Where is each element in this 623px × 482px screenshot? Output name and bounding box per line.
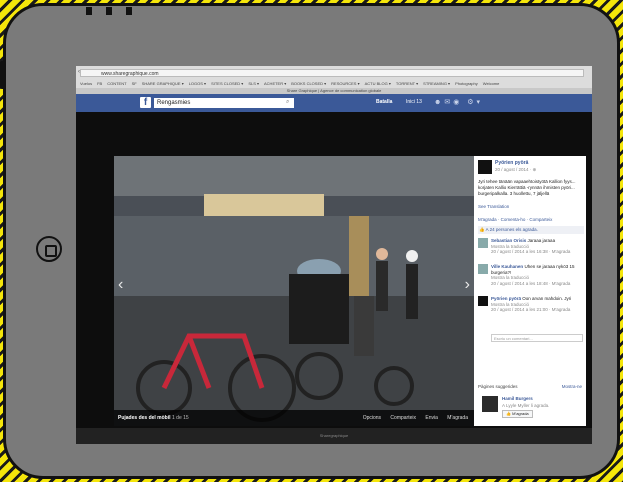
- commenter-avatar[interactable]: [478, 264, 488, 274]
- share-button[interactable]: Comparteix: [390, 415, 416, 421]
- comment-text: Oon arvan mahdoin. Jyri: [522, 296, 572, 301]
- suggested-like-button[interactable]: 👍 M'agrada: [502, 410, 533, 418]
- commenter-name[interactable]: Sebastian Orisis: [491, 238, 526, 243]
- bookmark-item[interactable]: Welcome: [483, 81, 500, 86]
- see-translation-link[interactable]: See Translation: [478, 204, 509, 209]
- bookmark-item[interactable]: CONTENT: [107, 81, 126, 86]
- post-date[interactable]: 20 / agost / 2014 · ⊕: [495, 167, 536, 173]
- tablet-frame: ‹ › ⟳ www.sharegraphique.com VuelosFBCON…: [0, 2, 620, 479]
- post-text: Jyri tehee tänään vapaaehtoistyötä Kalli…: [478, 179, 576, 196]
- photo-actions: Opcions Comparteix Envia M'agrada: [355, 410, 468, 426]
- browser-toolbar: ‹ › ⟳ www.sharegraphique.com VuelosFBCON…: [76, 66, 592, 90]
- comment-input[interactable]: Escriu un comentari...: [491, 334, 583, 342]
- home-label: Inici: [406, 99, 415, 105]
- bookmark-item[interactable]: SITES CLOSED ▾: [211, 81, 243, 86]
- translate-link[interactable]: Mostra la traducció: [491, 302, 529, 307]
- bookmark-item[interactable]: LOGOS ▾: [189, 81, 206, 86]
- next-photo-icon[interactable]: ›: [465, 276, 470, 294]
- commenter-name[interactable]: Ville Kauhanen: [491, 264, 523, 269]
- tablet-screen: ‹ › ⟳ www.sharegraphique.com VuelosFBCON…: [76, 66, 592, 444]
- commenter-name[interactable]: Pyörien pyörä: [491, 296, 521, 301]
- bookmark-item[interactable]: SHARE GRAPHIQUE ▾: [142, 81, 184, 86]
- translate-link[interactable]: Mostra la traducció: [491, 244, 529, 249]
- comment-time: 20 / agost / 2014 a les 18:48 · M'agrada: [491, 280, 571, 286]
- notification-icons[interactable]: ☻✉◉ ⚙▾: [434, 98, 483, 106]
- bookmark-item[interactable]: Vuelos: [80, 81, 92, 86]
- bookmark-item[interactable]: FB: [97, 81, 102, 86]
- suggested-pages-heading: Pàgines suggerides: [478, 384, 518, 389]
- search-icon[interactable]: ⌕: [286, 99, 289, 106]
- post-sidebar: Pyörien pyörä 20 / agost / 2014 · ⊕ Jyri…: [474, 156, 586, 426]
- photo-viewer[interactable]: ‹ ›: [114, 156, 474, 426]
- home-count: 13: [416, 99, 422, 105]
- power-button[interactable]: [0, 61, 6, 89]
- suggested-page-avatar[interactable]: [482, 396, 498, 412]
- page-avatar[interactable]: [478, 160, 492, 174]
- options-button[interactable]: Opcions: [363, 415, 381, 421]
- likes-summary[interactable]: 👍 A 24 persones els agrada.: [478, 226, 584, 234]
- like-button[interactable]: M'agrada: [447, 415, 468, 421]
- previous-photo-icon[interactable]: ‹: [118, 276, 123, 294]
- facebook-header: f ⌕ Batalla Inici 13 ☻✉◉ ⚙▾: [76, 94, 592, 112]
- facebook-logo-icon[interactable]: f: [140, 97, 151, 108]
- commenter-avatar[interactable]: [478, 296, 488, 306]
- suggested-page-name[interactable]: Hamil Burgers: [502, 396, 533, 401]
- home-link[interactable]: Inici 13: [406, 99, 422, 105]
- profile-link[interactable]: Batalla: [376, 99, 392, 105]
- bookmark-item[interactable]: Photography: [455, 81, 478, 86]
- bookmark-item[interactable]: RESOURCES ▾: [331, 81, 359, 86]
- comment-time: 20 / agost / 2014 a les 21:00 · M'agrada: [491, 307, 571, 312]
- facebook-search-input[interactable]: [154, 98, 294, 108]
- bookmark-item[interactable]: ACHETER ▾: [264, 81, 286, 86]
- cargo-bike-photo: [114, 156, 474, 426]
- footer-strip: Sharegraphique: [76, 428, 592, 444]
- bookmark-item[interactable]: TORRENT ▾: [396, 81, 418, 86]
- comment-text: Jaraaa jaraaa: [527, 238, 556, 243]
- bookmark-item[interactable]: SF: [132, 81, 137, 86]
- comment-time: 20 / agost / 2014 a les 16:38 · M'agrada: [491, 249, 571, 254]
- see-all-link[interactable]: Mostra-ne: [562, 384, 582, 389]
- bookmark-item[interactable]: STREAMING ▾: [423, 81, 450, 86]
- photo-footer: Pujades des del mòbil 1 de 15 Opcions Co…: [114, 410, 474, 426]
- bookmark-item[interactable]: ACTU BLOG ▾: [365, 81, 391, 86]
- photo-counter: 1 de 15: [172, 415, 189, 421]
- post-actions[interactable]: M'agrada · Comenta-ho · Comparteix: [478, 217, 552, 222]
- commenter-avatar[interactable]: [478, 238, 488, 248]
- translate-link[interactable]: Mostra la traducció: [491, 275, 529, 280]
- home-button[interactable]: [36, 236, 62, 262]
- page-name-link[interactable]: Pyörien pyörä: [495, 160, 528, 166]
- send-button[interactable]: Envia: [425, 415, 438, 421]
- speaker-marks: [86, 2, 146, 20]
- bookmark-item[interactable]: SLS ▾: [248, 81, 259, 86]
- suggested-page-meta: A Lyyle Myller li agrada.: [502, 403, 550, 408]
- address-bar[interactable]: www.sharegraphique.com: [80, 69, 584, 77]
- bookmark-item[interactable]: BOOKS CLOSED ▾: [291, 81, 326, 86]
- album-title[interactable]: Pujades des del mòbil: [118, 410, 171, 426]
